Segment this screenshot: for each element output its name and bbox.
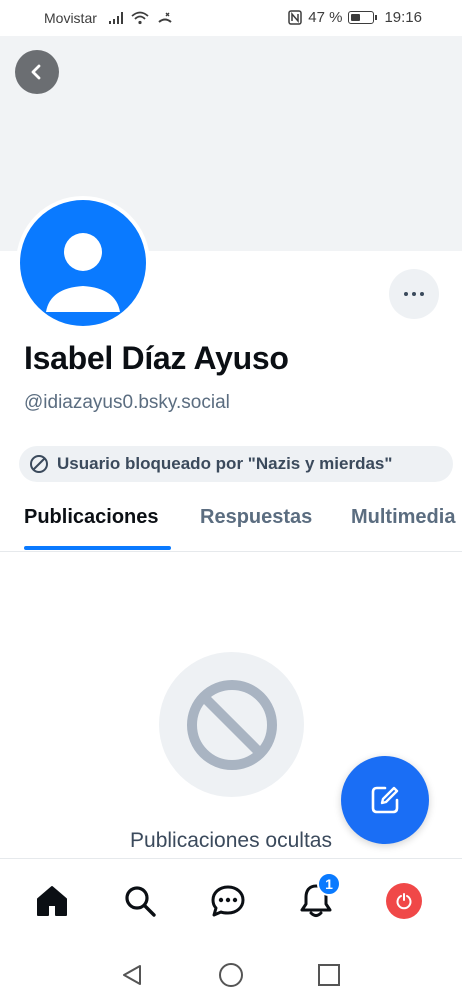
home-icon — [37, 886, 67, 916]
recents-square-icon — [318, 964, 340, 986]
tab-publicaciones[interactable]: Publicaciones — [24, 506, 159, 529]
blocked-notice-text: Usuario bloqueado por "Nazis y mierdas" — [57, 454, 393, 473]
avatar[interactable] — [16, 196, 150, 330]
back-triangle-icon — [123, 965, 141, 985]
signal-icon — [108, 12, 123, 24]
block-icon — [30, 455, 48, 473]
carrier-name: Movistar — [44, 10, 97, 26]
prohibited-icon — [186, 679, 277, 770]
profile-avatar — [386, 883, 422, 919]
active-tab-indicator — [24, 546, 171, 550]
nav-profile[interactable] — [384, 881, 424, 921]
profile-screen: Movistar 47 % 19:16 Isabel Díaz Ayuso @i… — [0, 0, 462, 1000]
more-options-button[interactable] — [389, 269, 439, 319]
more-dot — [404, 292, 408, 296]
status-right: 47 % 19:16 — [288, 9, 422, 26]
profile-handle: @idiazayus0.bsky.social — [24, 392, 230, 413]
more-dot — [420, 292, 424, 296]
nav-home[interactable] — [32, 881, 72, 921]
status-bar: Movistar 47 % 19:16 — [0, 0, 462, 36]
compose-icon — [371, 786, 399, 814]
home-circle-icon — [219, 963, 243, 987]
android-home-button[interactable] — [218, 962, 244, 988]
search-icon — [125, 886, 156, 917]
nav-chat[interactable] — [208, 881, 248, 921]
nfc-icon — [288, 10, 302, 25]
battery-percent: 47 % — [308, 9, 343, 26]
tab-multimedia[interactable]: Multimedia — [351, 506, 455, 529]
android-nav-bar — [0, 948, 462, 1000]
clock: 19:16 — [384, 9, 422, 26]
more-dot — [412, 292, 416, 296]
nav-search[interactable] — [120, 881, 160, 921]
chevron-left-icon — [31, 64, 41, 80]
blocked-notice[interactable]: Usuario bloqueado por "Nazis y mierdas" — [19, 446, 453, 482]
battery-fill — [351, 14, 361, 21]
display-name: Isabel Díaz Ayuso — [24, 340, 289, 376]
status-left: Movistar — [44, 10, 173, 26]
back-button[interactable] — [15, 50, 59, 94]
chat-icon — [211, 885, 245, 917]
hidden-posts-illustration — [159, 652, 304, 797]
bottom-nav — [0, 858, 462, 948]
missed-call-icon — [158, 12, 172, 23]
default-avatar-icon — [20, 200, 146, 326]
notification-badge: 1 — [317, 872, 341, 896]
android-recents-button[interactable] — [316, 962, 342, 988]
tab-respuestas[interactable]: Respuestas — [200, 506, 312, 529]
battery-icon — [348, 11, 378, 24]
power-icon — [396, 893, 412, 910]
wifi-icon — [131, 11, 149, 25]
android-back-button[interactable] — [119, 962, 145, 988]
compose-button[interactable] — [341, 756, 429, 844]
profile-tabs: Publicaciones Respuestas Multimedia — [0, 496, 462, 552]
